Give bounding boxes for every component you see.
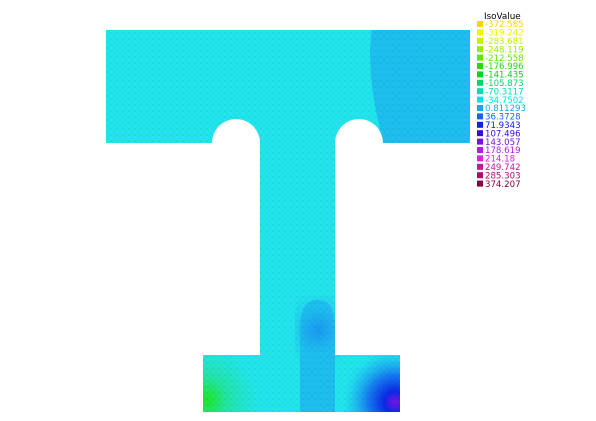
- legend-swatch: [477, 155, 483, 162]
- t-beam-domain: [106, 30, 470, 412]
- legend-swatch: [477, 105, 483, 111]
- legend-swatch: [477, 96, 483, 103]
- legend-swatch: [477, 163, 483, 170]
- isovalue-legend: IsoValue -372.585-319.242-283.681-248.11…: [477, 12, 526, 190]
- legend-swatch: [477, 130, 483, 137]
- legend-swatch: [477, 21, 483, 27]
- legend-swatch: [477, 88, 483, 95]
- legend-swatch: [477, 138, 483, 145]
- legend-swatch: [477, 172, 483, 179]
- legend-swatch: [477, 37, 483, 44]
- fem-plot-viewer: IsoValue -372.585 -319.242 -283.681 -248.11…: [0, 0, 596, 421]
- legend-swatch: [477, 46, 483, 53]
- fem-plot: IsoValue -372.585-319.242-283.681-248.11…: [106, 12, 526, 412]
- finite-element-mesh: [106, 30, 470, 412]
- legend-swatch: [477, 29, 483, 36]
- legend-swatch: [477, 54, 483, 61]
- legend-swatch: [477, 147, 483, 153]
- legend-swatch: [477, 71, 483, 78]
- legend-swatch: [477, 180, 483, 187]
- legend-label: 374.207: [485, 180, 521, 190]
- legend-swatch: [477, 63, 483, 69]
- legend-swatch: [477, 121, 483, 128]
- legend-swatch: [477, 113, 483, 120]
- legend-swatch: [477, 79, 483, 86]
